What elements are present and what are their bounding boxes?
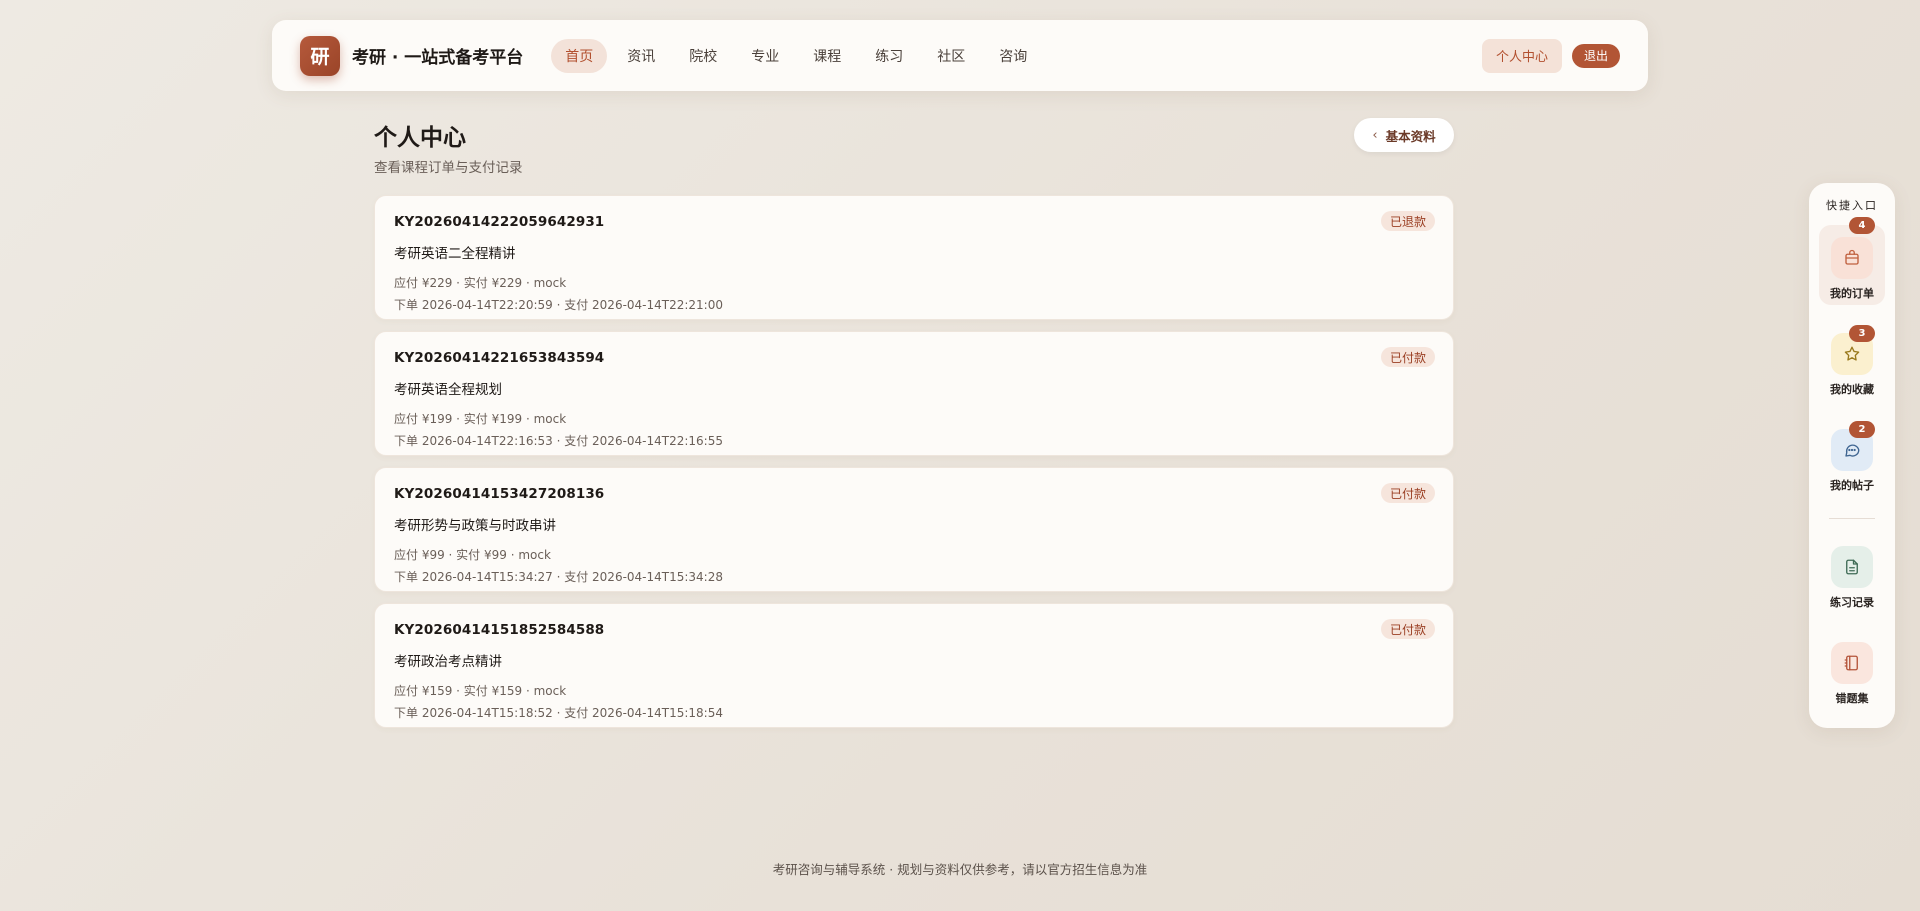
order-card[interactable]: KY20260414222059642931 考研英语二全程精讲 应付 ¥229… (374, 195, 1454, 320)
order-time: 下单 2026-04-14T15:18:52 · 支付 2026-04-14T1… (394, 706, 723, 720)
post-count-badge: 2 (1849, 421, 1875, 438)
order-count-badge: 4 (1849, 217, 1875, 234)
quick-item-label: 练习记录 (1830, 596, 1874, 609)
document-icon (1831, 546, 1873, 588)
order-number: KY20260414222059642931 (394, 214, 605, 230)
nav-item-news[interactable]: 资讯 (613, 39, 669, 73)
status-badge: 已付款 (1380, 619, 1435, 639)
quick-entry-panel: 快捷入口 4 我的订单 3 我的收藏 2 我的帖子 练习记录 错题集 (1809, 183, 1895, 728)
nav-item-schools[interactable]: 院校 (675, 39, 731, 73)
nav-item-consult[interactable]: 咨询 (985, 39, 1041, 73)
quick-item-mistakes[interactable]: 错题集 (1809, 642, 1895, 706)
order-card[interactable]: KY20260414221653843594 考研英语全程规划 应付 ¥199 … (374, 331, 1454, 456)
quick-item-practice-records[interactable]: 练习记录 (1809, 546, 1895, 610)
quick-item-orders[interactable]: 4 我的订单 (1819, 217, 1885, 305)
order-course: 考研英语二全程精讲 (394, 246, 516, 262)
order-course: 考研政治考点精讲 (394, 654, 502, 670)
header-actions: 个人中心 退出 (1481, 38, 1620, 73)
logout-button[interactable]: 退出 (1571, 43, 1620, 68)
order-card[interactable]: KY20260414151852584588 考研政治考点精讲 应付 ¥159 … (374, 603, 1454, 728)
order-number: KY20260414221653843594 (394, 350, 605, 366)
quick-item-label: 我的帖子 (1830, 479, 1874, 492)
personal-center-button[interactable]: 个人中心 (1481, 38, 1562, 73)
order-card[interactable]: KY20260414153427208136 考研形势与政策与时政串讲 应付 ¥… (374, 467, 1454, 592)
order-time: 下单 2026-04-14T15:34:27 · 支付 2026-04-14T1… (394, 570, 723, 584)
nav-item-community[interactable]: 社区 (923, 39, 979, 73)
panel-divider (1829, 518, 1875, 519)
back-button-label: 基本资料 (1385, 128, 1436, 144)
bag-icon (1831, 237, 1873, 279)
order-number: KY20260414151852584588 (394, 622, 605, 638)
site-logo[interactable]: 研 (300, 35, 340, 76)
status-badge: 已付款 (1380, 347, 1435, 367)
order-list: KY20260414222059642931 考研英语二全程精讲 应付 ¥229… (374, 195, 1454, 739)
back-to-profile-button[interactable]: ‹ 基本资料 (1354, 118, 1454, 152)
quick-item-favorites[interactable]: 3 我的收藏 (1809, 325, 1895, 397)
page-title: 个人中心 (374, 125, 466, 151)
page-subtitle: 查看课程订单与支付记录 (374, 160, 523, 176)
favorite-count-badge: 3 (1849, 325, 1875, 342)
quick-item-posts[interactable]: 2 我的帖子 (1809, 421, 1895, 493)
notebook-icon (1831, 642, 1873, 684)
chevron-left-icon: ‹ (1372, 127, 1378, 143)
nav-item-courses[interactable]: 课程 (799, 39, 855, 73)
quick-item-label: 我的订单 (1830, 287, 1874, 300)
quick-item-label: 错题集 (1835, 692, 1869, 705)
nav-item-home[interactable]: 首页 (551, 38, 608, 73)
main-nav: 首页 资讯 院校 专业 课程 练习 社区 咨询 (551, 38, 1041, 73)
site-brand[interactable]: 考研 · 一站式备考平台 (352, 43, 523, 68)
order-course: 考研英语全程规划 (394, 382, 502, 398)
order-amount: 应付 ¥99 · 实付 ¥99 · mock (394, 548, 551, 562)
order-number: KY20260414153427208136 (394, 486, 605, 502)
page-footer: 考研咨询与辅导系统 · 规划与资料仅供参考，请以官方招生信息为准 (772, 862, 1148, 877)
quick-entry-title: 快捷入口 (1826, 199, 1878, 212)
order-course: 考研形势与政策与时政串讲 (394, 518, 556, 534)
quick-item-label: 我的收藏 (1830, 383, 1874, 396)
nav-item-majors[interactable]: 专业 (737, 39, 793, 73)
nav-item-practice[interactable]: 练习 (861, 39, 917, 73)
order-amount: 应付 ¥229 · 实付 ¥229 · mock (394, 276, 567, 290)
order-time: 下单 2026-04-14T22:16:53 · 支付 2026-04-14T2… (394, 434, 723, 448)
top-header: 研 考研 · 一站式备考平台 首页 资讯 院校 专业 课程 练习 社区 咨询 个… (272, 20, 1648, 91)
status-badge: 已退款 (1380, 211, 1435, 231)
order-amount: 应付 ¥159 · 实付 ¥159 · mock (394, 684, 567, 698)
order-time: 下单 2026-04-14T22:20:59 · 支付 2026-04-14T2… (394, 298, 723, 312)
order-amount: 应付 ¥199 · 实付 ¥199 · mock (394, 412, 567, 426)
status-badge: 已付款 (1380, 483, 1435, 503)
